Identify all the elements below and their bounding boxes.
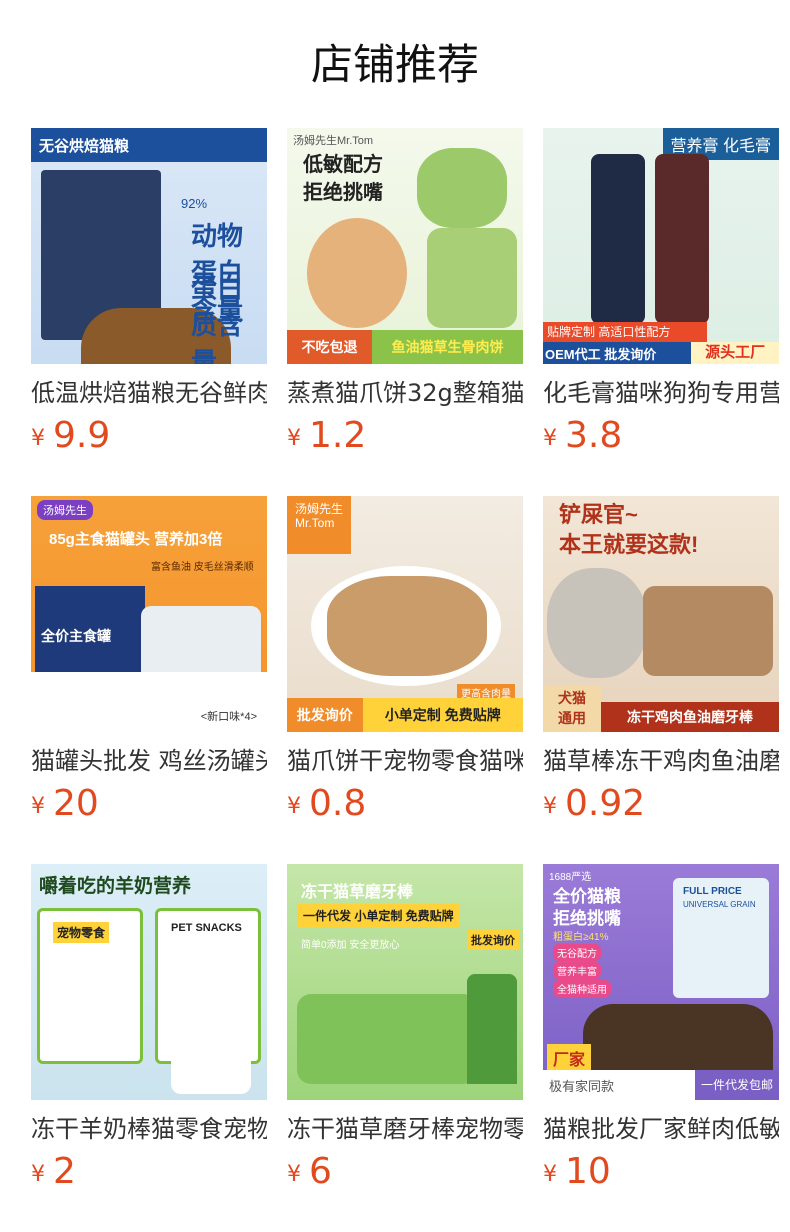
cat-photo-icon [547, 568, 647, 678]
currency-symbol: ¥ [287, 794, 301, 819]
price-value: 0.92 [565, 783, 646, 824]
product-title[interactable]: 蒸煮猫爪饼32g整箱猫零食 [287, 378, 523, 408]
product-card[interactable]: 汤姆先生Mr.Tom 低敏配方 拒绝挑嘴 不吃包退 鱼油猫草生骨肉饼 蒸煮猫爪饼… [287, 128, 523, 459]
product-card[interactable]: 营养膏 化毛膏 贴牌定制 高适口性配方 OEM代工 批发询价 源头工厂 化毛膏猫… [543, 128, 779, 459]
currency-symbol: ¥ [287, 426, 301, 451]
price-value: 0.8 [309, 783, 367, 824]
product-card[interactable]: 1688严选 全价猫粮 拒绝挑嘴 粗蛋白≥41% 无谷配方 营养丰富 全猫种适用… [543, 864, 779, 1195]
product-title[interactable]: 化毛膏猫咪狗狗专用营养膏 [543, 378, 779, 408]
price-value: 3.8 [565, 415, 623, 456]
product-price: ¥0.8 [287, 784, 523, 827]
currency-symbol: ¥ [543, 426, 557, 451]
product-image[interactable]: 无谷烘焙猫粮 92% 动物蛋白含量 蛋白质含量 [31, 128, 267, 364]
currency-symbol: ¥ [543, 794, 557, 819]
currency-symbol: ¥ [287, 1162, 301, 1187]
product-card[interactable]: 冻干猫草磨牙棒 一件代发 小单定制 免费贴牌 简单0添加 安全更放心 批发询价 … [287, 864, 523, 1195]
price-value: 20 [53, 783, 99, 824]
product-title[interactable]: 猫爪饼干宠物零食猫咪磨牙 [287, 746, 523, 776]
product-image[interactable]: 汤姆先生Mr.Tom 低敏配方 拒绝挑嘴 不吃包退 鱼油猫草生骨肉饼 [287, 128, 523, 364]
product-price: ¥2 [31, 1152, 267, 1195]
product-image[interactable]: 汤姆先生 85g主食猫罐头 营养加3倍 富含鱼油 皮毛丝滑柔顺 全价主食罐 <新… [31, 496, 267, 732]
product-price: ¥10 [543, 1152, 779, 1195]
product-card[interactable]: 汤姆先生 85g主食猫罐头 营养加3倍 富含鱼油 皮毛丝滑柔顺 全价主食罐 <新… [31, 496, 267, 827]
product-title[interactable]: 低温烘焙猫粮无谷鲜肉猫粮 [31, 378, 267, 408]
product-title[interactable]: 冻干猫草磨牙棒宠物零食 [287, 1114, 523, 1144]
product-card[interactable]: 铲屎官~ 本王就要这款! 犬猫 通用 冻干鸡肉鱼油磨牙棒 猫草棒冻干鸡肉鱼油磨牙… [543, 496, 779, 827]
page-title: 店铺推荐 [310, 40, 479, 89]
product-price: ¥3.8 [543, 416, 779, 459]
currency-symbol: ¥ [543, 1162, 557, 1187]
cat-paw-biscuit-icon [417, 148, 507, 228]
product-title[interactable]: 猫草棒冻干鸡肉鱼油磨牙棒 [543, 746, 779, 776]
currency-symbol: ¥ [31, 426, 45, 451]
price-value: 1.2 [309, 415, 367, 456]
product-price: ¥9.9 [31, 416, 267, 459]
product-price: ¥20 [31, 784, 267, 827]
product-image[interactable]: 1688严选 全价猫粮 拒绝挑嘴 粗蛋白≥41% 无谷配方 营养丰富 全猫种适用… [543, 864, 779, 1100]
price-value: 10 [565, 1151, 611, 1192]
product-title[interactable]: 冻干羊奶棒猫零食宠物零食 [31, 1114, 267, 1144]
chew-stick-icon [643, 586, 773, 676]
currency-symbol: ¥ [31, 1162, 45, 1187]
currency-symbol: ¥ [31, 794, 45, 819]
product-image[interactable]: 冻干猫草磨牙棒 一件代发 小单定制 免费贴牌 简单0添加 安全更放心 批发询价 [287, 864, 523, 1100]
product-title[interactable]: 猫罐头批发 鸡丝汤罐头猫零食 [31, 746, 267, 776]
price-value: 2 [53, 1151, 76, 1192]
product-title[interactable]: 猫粮批发厂家鲜肉低敏猫粮 [543, 1114, 779, 1144]
image-headline: 无谷烘焙猫粮 [39, 138, 130, 155]
product-card[interactable]: 无谷烘焙猫粮 92% 动物蛋白含量 蛋白质含量 低温烘焙猫粮无谷鲜肉猫粮 ¥9.… [31, 128, 267, 459]
grass-stick-icon [297, 994, 477, 1084]
product-card[interactable]: 嚼着吃的羊奶营养 宠物零食 PET SNACKS 冻干羊奶棒猫零食宠物零食 ¥2 [31, 864, 267, 1195]
price-value: 6 [309, 1151, 332, 1192]
product-price: ¥0.92 [543, 784, 779, 827]
paw-cookie-icon [327, 576, 487, 676]
paste-tube-icon [591, 154, 645, 324]
product-image[interactable]: 汤姆先生 Mr.Tom 更高含肉量 批发询价 小单定制 免费贴牌 [287, 496, 523, 732]
product-price: ¥1.2 [287, 416, 523, 459]
price-value: 9.9 [53, 415, 111, 456]
product-card[interactable]: 汤姆先生 Mr.Tom 更高含肉量 批发询价 小单定制 免费贴牌 猫爪饼干宠物零… [287, 496, 523, 827]
product-image[interactable]: 营养膏 化毛膏 贴牌定制 高适口性配方 OEM代工 批发询价 源头工厂 [543, 128, 779, 364]
product-price: ¥6 [287, 1152, 523, 1195]
product-image[interactable]: 铲屎官~ 本王就要这款! 犬猫 通用 冻干鸡肉鱼油磨牙棒 [543, 496, 779, 732]
cat-photo-icon [307, 218, 407, 328]
product-image[interactable]: 嚼着吃的羊奶营养 宠物零食 PET SNACKS [31, 864, 267, 1100]
